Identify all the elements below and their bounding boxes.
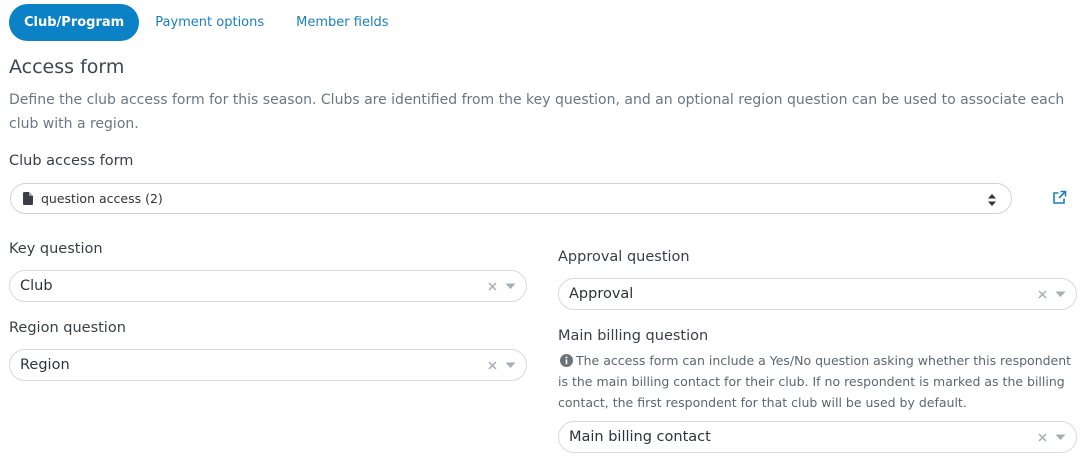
clear-x-icon[interactable] (1036, 288, 1048, 300)
key-question-label: Key question (9, 241, 103, 257)
tab-payment-options[interactable]: Payment options (139, 4, 280, 41)
key-question-value: Club (20, 278, 53, 294)
tab-member-fields[interactable]: Member fields (280, 4, 404, 41)
chevron-down-icon[interactable] (1054, 288, 1066, 300)
tab-bar: Club/Program Payment options Member fiel… (9, 4, 405, 41)
clear-x-icon[interactable] (486, 359, 498, 371)
section-description: Define the club access form for this sea… (9, 92, 1065, 132)
approval-question-label: Approval question (558, 249, 690, 265)
main-billing-question-value: Main billing contact (569, 429, 711, 445)
approval-question-select[interactable]: Approval (558, 278, 1077, 310)
chevron-down-icon[interactable] (504, 280, 516, 292)
main-billing-hint: The access form can include a Yes/No que… (558, 350, 1078, 413)
info-circle-icon (560, 352, 573, 367)
main-billing-question-label: Main billing question (558, 328, 709, 344)
sort-arrows-icon (987, 192, 997, 206)
region-question-value: Region (20, 357, 70, 373)
chevron-down-icon[interactable] (504, 359, 516, 371)
chevron-down-icon[interactable] (1054, 431, 1066, 443)
clear-x-icon[interactable] (486, 280, 498, 292)
section-title: Access form (9, 56, 125, 78)
club-access-form-label: Club access form (9, 153, 134, 169)
main-billing-hint-text: The access form can include a Yes/No que… (558, 353, 1072, 410)
main-billing-question-select[interactable]: Main billing contact (558, 421, 1077, 453)
approval-question-value: Approval (569, 286, 634, 302)
club-access-form-value: question access (2) (41, 191, 163, 206)
tab-club-program[interactable]: Club/Program (9, 4, 140, 41)
region-question-select[interactable]: Region (9, 349, 527, 381)
external-link-icon[interactable] (1052, 190, 1067, 205)
key-question-select[interactable]: Club (9, 270, 527, 302)
file-icon (23, 192, 37, 206)
region-question-label: Region question (9, 320, 126, 336)
clear-x-icon[interactable] (1036, 431, 1048, 443)
club-access-form-select[interactable]: question access (2) (10, 183, 1012, 214)
